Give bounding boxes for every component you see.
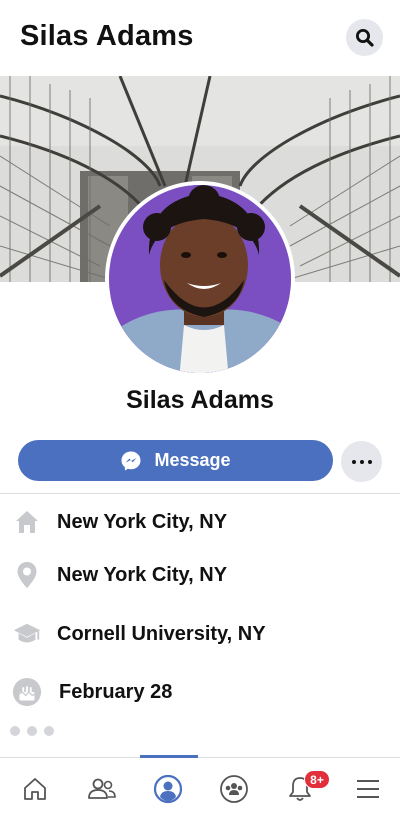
notification-badge: 8+	[304, 770, 330, 789]
groups-icon	[220, 775, 248, 803]
friends-icon	[88, 778, 116, 799]
info-row-education: Cornell University, NY	[0, 614, 400, 654]
profile-icon	[153, 774, 183, 804]
search-button[interactable]	[346, 19, 383, 56]
profile-name: Silas Adams	[126, 386, 274, 414]
info-text: New York City, NY	[57, 563, 228, 586]
tab-menu[interactable]	[348, 772, 388, 806]
profile-header: Silas Adams	[0, 0, 400, 76]
birthday-cake-icon	[12, 677, 42, 707]
search-icon	[355, 28, 374, 47]
graduation-cap-icon	[12, 619, 42, 649]
tab-profile[interactable]	[148, 772, 188, 806]
messenger-icon	[121, 451, 141, 470]
info-row-location: New York City, NY	[0, 555, 400, 595]
see-more-dots[interactable]	[10, 726, 54, 736]
info-text: February 28	[59, 680, 173, 703]
more-horizontal-icon	[351, 459, 356, 464]
info-text: Cornell University, NY	[57, 622, 266, 645]
home-icon	[24, 778, 46, 800]
home-icon	[12, 507, 42, 537]
info-row-home: New York City, NY	[0, 502, 400, 542]
page-title: Silas Adams	[20, 20, 194, 52]
message-button[interactable]: Message	[18, 440, 333, 481]
location-pin-icon	[12, 560, 42, 590]
more-options-button[interactable]	[341, 441, 382, 482]
tab-friends[interactable]	[82, 772, 122, 806]
tab-home[interactable]	[15, 772, 55, 806]
menu-icon	[357, 780, 379, 798]
message-button-label: Message	[154, 450, 231, 470]
section-divider	[0, 493, 400, 494]
profile-avatar[interactable]	[105, 181, 295, 377]
tab-groups[interactable]	[214, 772, 254, 806]
info-text: New York City, NY	[57, 510, 228, 533]
info-row-birthday: February 28	[0, 672, 400, 712]
bottom-tab-bar	[0, 758, 400, 820]
